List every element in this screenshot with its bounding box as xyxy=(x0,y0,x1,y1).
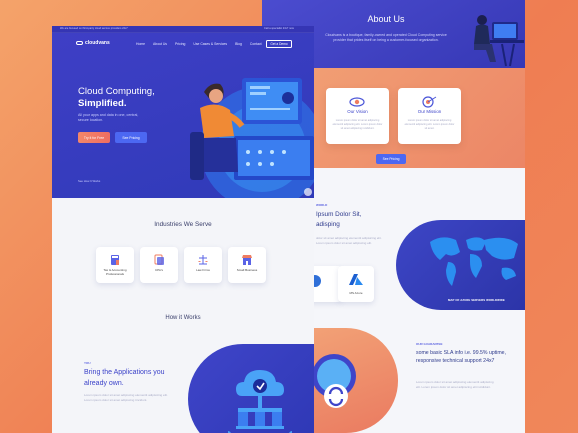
nav-item-home[interactable]: Home xyxy=(136,42,145,46)
industries-title: Industries We Serve xyxy=(154,221,212,228)
calculator-icon xyxy=(111,255,119,265)
azure-card: MS Azure xyxy=(338,266,374,302)
topbar-right-text: Call a specialist 24x7 now xyxy=(264,27,294,30)
eye-icon xyxy=(349,97,365,107)
mission-title: Our Mission xyxy=(417,109,442,114)
industry-card-small-business[interactable]: Small Business xyxy=(228,247,266,283)
scales-icon xyxy=(198,255,208,265)
servers-eyebrow: WORLD xyxy=(316,203,328,207)
cloud-server-icon xyxy=(228,370,292,433)
industry-card-law[interactable]: Law Firms xyxy=(184,247,222,283)
developer-illustration xyxy=(190,78,314,198)
sync-icon xyxy=(314,354,356,408)
how-body: Lorem ipsum dolor sit amet adipiscing el… xyxy=(84,393,168,402)
hero-title: Cloud Computing, Simplified. xyxy=(78,86,188,110)
vision-text: Lorem ipsum dolor sit amet adipiscing el… xyxy=(332,119,383,130)
top-info-bar: We are focused on third-party cloud serv… xyxy=(52,26,314,33)
see-pricing-hero-button[interactable]: See Pricing xyxy=(115,132,147,143)
target-icon xyxy=(422,96,437,108)
industry-label-small-business: Small Business xyxy=(236,268,258,272)
industry-card-tax[interactable]: Tax & Accounting Professionals xyxy=(96,247,134,283)
logo-text: cloudvans xyxy=(85,40,110,46)
nav-item-services[interactable]: Use Cases & Services xyxy=(193,42,227,46)
world-map-panel xyxy=(396,220,525,310)
mission-text: Lorem ipsum dolor sit amet adipiscing el… xyxy=(404,119,455,130)
get-demo-button[interactable]: Get a Demo xyxy=(266,40,292,48)
hero-title-line2: Simplified. xyxy=(78,98,127,109)
document-icon xyxy=(154,254,164,265)
about-text: Cloudvans is a boutique, family-owned an… xyxy=(325,33,447,42)
main-nav: Home About Us Pricing Use Cases & Servic… xyxy=(136,42,262,46)
try-free-button[interactable]: Try it for Free xyxy=(78,132,110,143)
mission-card: Our Mission Lorem ipsum dolor sit amet a… xyxy=(398,88,461,144)
cloud-logo-icon xyxy=(76,41,83,45)
see-pricing-button[interactable]: See Pricing xyxy=(376,154,406,164)
azure-label: MS Azure xyxy=(349,291,363,295)
how-it-works-title: How it Works xyxy=(165,315,201,321)
hero-title-line1: Cloud Computing, xyxy=(78,86,155,97)
guarantee-body: Lorem ipsum dolor sit amet adipiscing el… xyxy=(416,380,494,389)
hero-section: We are focused on third-party cloud serv… xyxy=(52,26,314,198)
cloud-server-panel xyxy=(188,344,314,433)
industry-label-cpa: CPA's xyxy=(154,268,164,272)
person-at-desk-illustration xyxy=(474,15,524,67)
nav-item-about[interactable]: About Us xyxy=(153,42,167,46)
servers-body: dolor sit amet adipiscing elementit adip… xyxy=(316,236,382,245)
nav-item-blog[interactable]: Blog xyxy=(235,42,242,46)
industry-card-cpa[interactable]: CPA's xyxy=(140,247,178,283)
how-headline: Bring the Applications you already own. xyxy=(84,369,165,387)
industry-label-law: Law Firms xyxy=(196,268,210,272)
servers-headline: Ipsum Dolor Sit, adisping xyxy=(316,211,362,228)
azure-logo-icon xyxy=(349,274,363,285)
store-icon xyxy=(242,255,252,265)
guarantee-headline: some basic SLA info i.e. 99.5% uptime, r… xyxy=(416,350,506,364)
home-page-mockup: We are focused on third-party cloud serv… xyxy=(52,26,314,433)
logo[interactable]: cloudvans xyxy=(76,40,110,46)
topbar-left-text: We are focused on third-party cloud serv… xyxy=(60,27,128,30)
industry-label-tax: Tax & Accounting Professionals xyxy=(103,268,127,276)
map-caption: MAP OF AZURE SERVERS WORLDWIDE xyxy=(448,298,505,302)
vision-title: Our Vision xyxy=(347,109,368,114)
how-eyebrow: YOU xyxy=(84,361,91,365)
nav-item-pricing[interactable]: Pricing xyxy=(175,42,185,46)
world-map-icon xyxy=(430,237,518,286)
vision-card: Our Vision Lorem ipsum dolor sit amet ad… xyxy=(326,88,389,144)
nav-item-contact[interactable]: Contact xyxy=(250,42,262,46)
guarantee-eyebrow: OUR GUARANTEE xyxy=(416,342,443,346)
hero-subtitle: All your apps and data in one, central, … xyxy=(78,113,139,122)
see-how-link[interactable]: See How It Works xyxy=(78,179,100,183)
